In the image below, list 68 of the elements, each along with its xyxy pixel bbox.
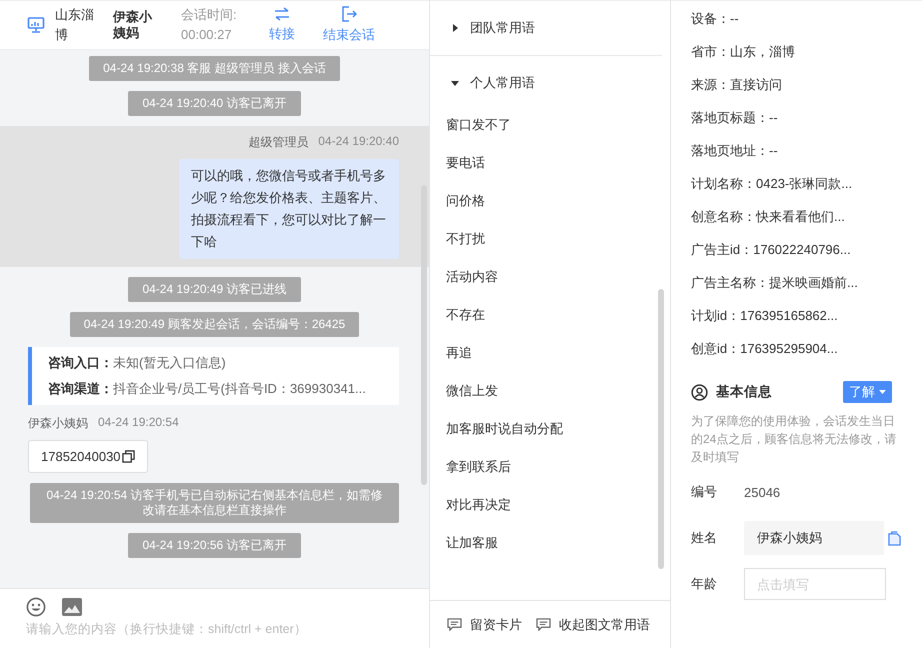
detail-line: 计划id：176395165862... xyxy=(691,307,839,325)
info-value: 未知(暂无入口信息) xyxy=(113,355,226,370)
caret-icon xyxy=(879,390,886,394)
phrase-group-toggle[interactable]: 个人常用语 xyxy=(430,56,555,110)
footer-button[interactable]: 留资卡片 xyxy=(447,616,522,634)
image-icon[interactable] xyxy=(62,598,82,616)
detail-line: 计划名称：0423-张琳同款... xyxy=(691,175,854,193)
detail-line: 来源：直接访问 xyxy=(691,76,783,94)
system-message: 04-24 19:20:54 访客手机号已自动标记右侧基本信息栏，如需修改请在基本信息栏直接操作 xyxy=(30,483,399,523)
message-icon xyxy=(536,618,551,631)
visitor-location: 山东淄博 xyxy=(55,6,95,44)
phrase-item[interactable]: 活动内容 xyxy=(430,262,670,300)
detail-line: 落地页地址：-- xyxy=(691,142,779,160)
phrase-item[interactable]: 不打扰 xyxy=(430,224,670,262)
detail-line: 创意名称：快来看看他们... xyxy=(691,208,846,226)
timer-label: 会话时间: xyxy=(181,6,238,24)
field-value: 25046 xyxy=(744,484,780,500)
phrase-group-toggle[interactable]: 团队常用语 xyxy=(430,1,555,55)
name-field[interactable]: 伊森小姨妈 xyxy=(744,521,884,555)
field-label: 年龄 xyxy=(691,575,718,593)
phrase-item[interactable]: 不存在 xyxy=(430,300,670,338)
detail-line: 设备：-- xyxy=(691,10,740,28)
copy-icon[interactable] xyxy=(122,450,135,463)
exit-icon xyxy=(341,6,357,22)
detail-line: 广告主id：176022240796... xyxy=(691,241,852,259)
detail-line: 落地页标题：-- xyxy=(691,109,779,127)
field-label: 编号 xyxy=(691,483,718,501)
detail-line: 广告主名称：提米映画婚前... xyxy=(691,274,859,292)
phrase-item[interactable]: 让加客服 xyxy=(430,528,670,566)
system-message: 04-24 19:20:40 访客已离开 xyxy=(128,91,301,116)
phone-number: 17852040030 xyxy=(41,449,121,464)
visitor-name: 伊森小姨妈 xyxy=(113,9,154,41)
message-time: 04-24 19:20:40 xyxy=(318,134,399,150)
notice-text: 为了保障您的使用体验，会话发生当日的24点之后，顾客信息将无法修改，请及时填写 xyxy=(691,413,898,466)
info-label: 咨询入口： xyxy=(48,355,113,370)
message-icon xyxy=(447,618,462,631)
caret-icon xyxy=(450,78,460,88)
phrase-item[interactable]: 窗口发不了 xyxy=(430,110,670,148)
footer-button[interactable]: 收起图文常用语 xyxy=(536,616,650,634)
phrase-item[interactable]: 对比再决定 xyxy=(430,490,670,528)
info-value: 抖音企业号/员工号(抖音号ID：369930341... xyxy=(113,381,366,396)
phrase-item[interactable]: 加客服时说自动分配 xyxy=(430,414,670,452)
sender-name: 伊森小姨妈 xyxy=(28,415,88,432)
field-label: 姓名 xyxy=(691,529,718,547)
phrase-item[interactable]: 拿到联系后 xyxy=(430,452,670,490)
system-message: 04-24 19:20:56 访客已离开 xyxy=(128,533,301,558)
system-message: 04-24 19:20:49 顾客发起会话，会话编号：26425 xyxy=(70,312,360,337)
sender-name: 超级管理员 xyxy=(248,134,308,151)
detail-line: 创意id：176395295904... xyxy=(691,340,839,358)
phrase-item[interactable]: 问价格 xyxy=(430,186,670,224)
agent-message: 可以的哦，您微信号或者手机号多少呢？给您发价格表、主题客片、拍摄流程看下，您可以对比了解一下哈 xyxy=(179,159,399,259)
swap-icon xyxy=(274,7,290,21)
phrase-item[interactable]: 要电话 xyxy=(430,148,670,186)
user-icon xyxy=(691,384,708,400)
caret-icon xyxy=(450,23,460,33)
scrollbar-thumb[interactable] xyxy=(658,289,664,569)
phrase-item[interactable]: 再追 xyxy=(430,338,670,376)
emoji-icon[interactable] xyxy=(26,597,46,617)
section-title: 基本信息 xyxy=(716,383,773,401)
system-message: 04-24 19:20:38 客服 超级管理员 接入会话 xyxy=(89,56,340,81)
detail-line: 省市：山东，淄博 xyxy=(691,43,796,61)
phrase-item[interactable]: 微信上发 xyxy=(430,376,670,414)
session-timer: 00:00:27 xyxy=(181,26,233,44)
monitor-icon xyxy=(27,16,45,34)
system-message: 04-24 19:20:49 访客已进线 xyxy=(128,277,301,302)
scrollbar-thumb[interactable] xyxy=(421,185,427,485)
message-time: 04-24 19:20:54 xyxy=(98,415,179,431)
info-label: 咨询渠道： xyxy=(48,381,113,396)
